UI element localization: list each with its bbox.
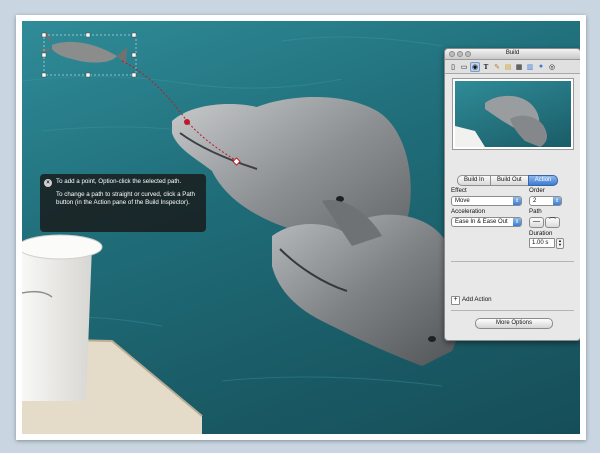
slide-canvas[interactable]: × To add a point, Option-click the selec… xyxy=(22,21,580,434)
slide-frame: × To add a point, Option-click the selec… xyxy=(16,15,586,440)
hyperlink-icon[interactable]: ● xyxy=(536,62,546,72)
build-preview xyxy=(452,78,574,150)
dolphin-back xyxy=(272,200,463,366)
tooltip-line-1: To add a point, Option-click the selecte… xyxy=(56,178,182,185)
order-popup[interactable]: 2 ⇕ xyxy=(529,196,562,206)
duration-value: 1.00 s xyxy=(532,240,549,246)
document-icon[interactable]: ▯ xyxy=(448,62,458,72)
add-action-button[interactable]: + xyxy=(451,296,460,305)
order-value: 2 xyxy=(533,198,537,204)
graphic-icon[interactable]: ✎ xyxy=(492,62,502,72)
more-options-button[interactable]: More Options xyxy=(475,318,553,329)
popup-arrow-icon: ⇕ xyxy=(513,197,521,205)
duration-label: Duration xyxy=(529,230,553,237)
slide-icon[interactable]: ▭ xyxy=(459,62,469,72)
text-icon[interactable]: T xyxy=(481,62,491,72)
effect-value: Move xyxy=(455,198,470,204)
popup-arrow-icon: ⇕ xyxy=(513,218,521,226)
build-inspector: Build ▯ ▭ ◉ T ✎ ▤ ▦ ▥ ● ◎ Build In Build… xyxy=(444,48,580,341)
table-icon[interactable]: ▦ xyxy=(514,62,524,72)
effect-label: Effect xyxy=(451,187,467,194)
tooltip-line-2: To change a path to straight or curved, … xyxy=(56,191,195,206)
build-icon[interactable]: ◉ xyxy=(470,61,480,72)
metrics-icon[interactable]: ▤ xyxy=(503,62,513,72)
effect-popup[interactable]: Move ⇕ xyxy=(451,196,522,206)
straight-path-button[interactable]: — xyxy=(529,217,544,228)
close-icon[interactable]: × xyxy=(44,179,52,187)
duration-field[interactable]: 1.00 s xyxy=(529,238,555,248)
acceleration-label: Acceleration xyxy=(451,208,486,215)
hint-tooltip: × To add a point, Option-click the selec… xyxy=(40,174,206,232)
section-divider xyxy=(451,310,574,311)
path-label: Path xyxy=(529,208,542,215)
acceleration-value: Ease In & Ease Out xyxy=(455,219,508,225)
fish-object xyxy=(41,32,137,78)
inspector-title: Build xyxy=(505,50,520,56)
build-tabs: Build In Build Out Action xyxy=(457,175,559,186)
tab-build-in[interactable]: Build In xyxy=(457,175,492,186)
popup-arrow-icon: ⇕ xyxy=(553,197,561,205)
chart-icon[interactable]: ▥ xyxy=(525,62,535,72)
order-label: Order xyxy=(529,187,545,194)
tab-build-out[interactable]: Build Out xyxy=(490,175,529,186)
add-action-label: Add Action xyxy=(462,296,492,303)
tab-action[interactable]: Action xyxy=(527,175,559,186)
section-divider xyxy=(451,261,574,262)
duration-stepper[interactable]: ▲ ▼ xyxy=(556,238,564,249)
inspector-titlebar[interactable]: Build xyxy=(445,49,580,60)
inspector-toolbar: ▯ ▭ ◉ T ✎ ▤ ▦ ▥ ● ◎ xyxy=(445,60,580,74)
curved-path-button[interactable]: ⌒ xyxy=(545,217,560,228)
quicktime-icon[interactable]: ◎ xyxy=(547,62,557,72)
acceleration-popup[interactable]: Ease In & Ease Out ⇕ xyxy=(451,217,522,227)
